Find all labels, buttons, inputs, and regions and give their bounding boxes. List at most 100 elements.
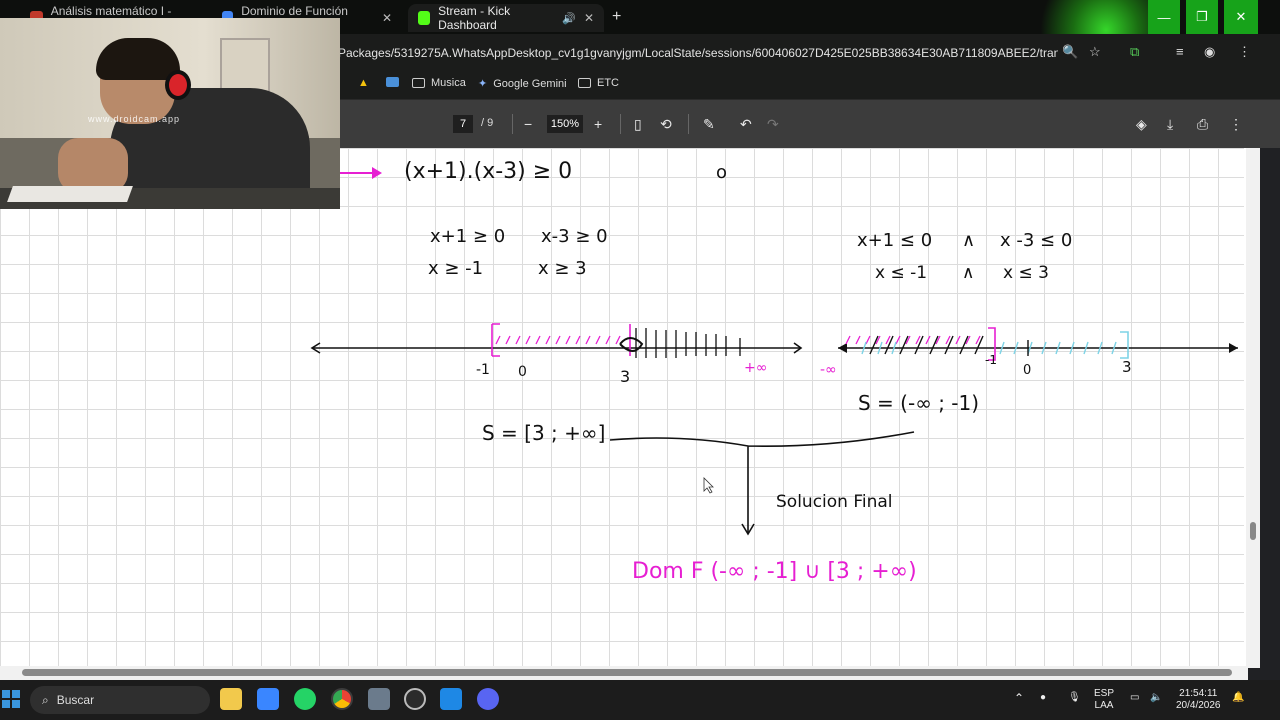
webcam-person-arm bbox=[58, 138, 128, 193]
bookmark-etc[interactable]: ETC bbox=[578, 77, 619, 89]
volume-icon[interactable]: 🔈 bbox=[1150, 692, 1162, 704]
bookmark-folder-blue[interactable] bbox=[386, 77, 399, 87]
network-icon[interactable]: ▭ bbox=[1130, 692, 1139, 704]
clock-time: 21:54:11 bbox=[1179, 688, 1218, 699]
page-total: / 9 bbox=[481, 117, 494, 129]
minimize-button[interactable]: — bbox=[1148, 0, 1180, 34]
zoom-in-icon[interactable]: + bbox=[594, 116, 602, 132]
obs-icon[interactable] bbox=[404, 688, 426, 710]
webcam-notebook bbox=[7, 186, 133, 202]
chevron-up-icon[interactable]: ⌃ bbox=[1014, 692, 1024, 704]
gemini-icon: ✦ bbox=[478, 78, 488, 90]
tick-label-minus1: -1 bbox=[985, 353, 997, 367]
notifications-icon[interactable]: 🔔 bbox=[1232, 692, 1244, 704]
new-tab-icon[interactable]: + bbox=[612, 8, 621, 26]
redo-icon[interactable]: ↷ bbox=[767, 116, 779, 132]
annotate-icon[interactable]: ◈ bbox=[1136, 116, 1147, 132]
file-explorer-icon[interactable] bbox=[220, 688, 242, 710]
case2-and-1: ∧ bbox=[962, 230, 975, 251]
close-window-button[interactable]: ✕ bbox=[1224, 0, 1258, 34]
close-icon[interactable]: ✕ bbox=[382, 11, 392, 25]
print-icon[interactable]: ⎙ bbox=[1197, 116, 1208, 132]
discord-icon[interactable] bbox=[477, 688, 499, 710]
restore-button[interactable]: ❐ bbox=[1186, 0, 1218, 34]
zoom-out-icon[interactable]: − bbox=[524, 116, 532, 132]
windows-start-icon[interactable] bbox=[2, 690, 20, 708]
zoom-icon[interactable]: 🔍 bbox=[1062, 44, 1078, 60]
handwritten-notes: (x+1).(x-3) ≥ 0 o x+1 ≥ 0 x-3 ≥ 0 x ≥ -1… bbox=[310, 159, 1238, 584]
folder-icon bbox=[412, 78, 425, 88]
tick-label-minus1: -1 bbox=[476, 362, 490, 378]
headphones-icon bbox=[165, 70, 191, 100]
case2-inequality-1: x+1 ≤ 0 bbox=[857, 230, 932, 251]
keyboard-layout: LAA bbox=[1094, 700, 1114, 711]
final-solution-label: Solucion Final bbox=[776, 492, 893, 512]
download-icon[interactable]: ⤓ bbox=[1167, 116, 1173, 132]
case2-and-2: ∧ bbox=[962, 263, 974, 283]
window-edge bbox=[1260, 148, 1280, 680]
app-icon[interactable] bbox=[368, 688, 390, 710]
horizontal-scroll-thumb[interactable] bbox=[22, 669, 1232, 676]
vertical-scroll-thumb[interactable] bbox=[1250, 522, 1256, 540]
pdf-menu-icon[interactable]: ⋮ bbox=[1229, 116, 1243, 132]
bookmark-label: Musica bbox=[431, 77, 466, 89]
rotate-icon[interactable]: ⟲ bbox=[660, 116, 672, 132]
draw-icon[interactable]: ✎ bbox=[703, 116, 715, 132]
language-indicator[interactable]: ESP LAA bbox=[1094, 688, 1114, 712]
number-line-1: -1 0 3 +∞ bbox=[310, 323, 803, 386]
number-line-2: -∞ -1 0 3 bbox=[820, 327, 1238, 378]
divider bbox=[688, 114, 689, 134]
page-number-input[interactable]: 7 bbox=[453, 115, 473, 133]
tick-label-zero: 0 bbox=[518, 364, 527, 380]
case1-solution-2: x ≥ 3 bbox=[538, 258, 587, 279]
search-icon: ⌕ bbox=[42, 692, 49, 707]
or-symbol: o bbox=[716, 162, 727, 183]
search-placeholder: Buscar bbox=[56, 693, 95, 707]
solution-case2: S = (-∞ ; -1) bbox=[858, 391, 979, 415]
zoom-input[interactable]: 150% bbox=[547, 115, 583, 133]
case2-inequality-2: x -3 ≤ 0 bbox=[1000, 230, 1072, 251]
menu-icon[interactable]: ⋮ bbox=[1238, 44, 1251, 60]
final-domain-answer: Dom F (-∞ ; -1] ∪ [3 ; +∞) bbox=[632, 559, 917, 584]
chrome-icon[interactable] bbox=[331, 688, 353, 710]
audio-icon[interactable]: 🔊 bbox=[562, 12, 576, 25]
kick-favicon-icon bbox=[418, 11, 431, 25]
photos-icon[interactable] bbox=[440, 688, 462, 710]
avatar[interactable]: ◉ bbox=[1204, 44, 1215, 60]
tick-label-plus-infinity: +∞ bbox=[744, 360, 767, 376]
case1-solution-1: x ≥ -1 bbox=[428, 258, 483, 279]
main-inequality: (x+1).(x-3) ≥ 0 bbox=[404, 159, 572, 184]
case1-inequality-2: x-3 ≥ 0 bbox=[541, 226, 608, 247]
arrow-icon bbox=[340, 167, 382, 179]
webcam-watermark: www.droidcam.app bbox=[88, 114, 181, 124]
security-icon[interactable]: ● bbox=[1040, 692, 1046, 704]
union-bracket bbox=[609, 431, 915, 533]
folder-icon bbox=[578, 78, 591, 88]
star-icon[interactable]: ☆ bbox=[1089, 44, 1101, 60]
tick-label-three: 3 bbox=[620, 367, 630, 386]
webcam-overlay: www.droidcam.app bbox=[0, 18, 340, 209]
microphone-icon[interactable]: 🎙 bbox=[1068, 692, 1081, 704]
tab-kick[interactable]: Stream - Kick Dashboard 🔊 ✕ bbox=[408, 4, 604, 32]
drive-icon[interactable]: ▲ bbox=[358, 77, 369, 89]
divider bbox=[512, 114, 513, 134]
media-icon[interactable]: ≡ bbox=[1176, 44, 1184, 59]
clock[interactable]: 21:54:11 20/4/2026 bbox=[1176, 688, 1221, 712]
case1-inequality-1: x+1 ≥ 0 bbox=[430, 226, 505, 247]
webcam-person-hair bbox=[96, 38, 180, 80]
cursor-icon bbox=[703, 477, 714, 494]
store-icon[interactable] bbox=[257, 688, 279, 710]
bookmark-gemini[interactable]: ✦ Google Gemini bbox=[478, 77, 567, 91]
close-icon[interactable]: ✕ bbox=[584, 11, 594, 25]
extension-icon[interactable]: ⧉ bbox=[1130, 44, 1139, 60]
taskbar-search[interactable]: ⌕ Buscar bbox=[30, 686, 210, 714]
whatsapp-icon[interactable] bbox=[294, 688, 316, 710]
url-text[interactable]: Packages/5319275A.WhatsAppDesktop_cv1g1g… bbox=[338, 46, 1058, 60]
fit-page-icon[interactable]: ▯ bbox=[634, 116, 642, 132]
undo-icon[interactable]: ↶ bbox=[740, 116, 752, 132]
divider bbox=[620, 114, 621, 134]
vertical-scrollbar[interactable] bbox=[1246, 148, 1260, 668]
case2-solution-1: x ≤ -1 bbox=[875, 263, 927, 283]
tick-label-zero: 0 bbox=[1023, 363, 1031, 378]
bookmark-musica[interactable]: Musica bbox=[412, 77, 466, 89]
